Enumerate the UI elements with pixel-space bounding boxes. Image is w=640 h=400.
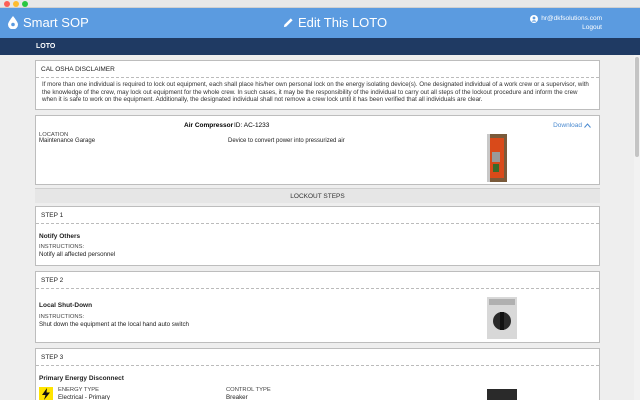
window-titlebar xyxy=(0,0,640,8)
electrical-hazard-icon xyxy=(39,387,53,400)
app-header: Smart SOP Edit This LOTO hr@dkfsolutions… xyxy=(0,8,640,38)
instructions-text: Notify all affected personnel xyxy=(39,251,116,258)
step-card: STEP 3 Primary Energy Disconnect ENERGY … xyxy=(35,348,600,400)
scrollbar-thumb[interactable] xyxy=(635,57,639,157)
asset-id: ID: AC-1233 xyxy=(234,122,270,129)
asset-name: Air Compressor xyxy=(184,122,234,129)
asset-description: Device to convert power into pressurized… xyxy=(228,138,345,144)
step-header: STEP 2 xyxy=(36,272,599,289)
asset-card: Air Compressor ID: AC-1233 Download LOCA… xyxy=(35,115,600,185)
brand[interactable]: Smart SOP xyxy=(8,15,89,30)
instructions-text: Shut down the equipment at the local han… xyxy=(39,321,189,328)
lockout-steps-title: LOCKOUT STEPS xyxy=(35,188,600,203)
page-scrollbar[interactable] xyxy=(634,55,640,400)
step-title: Local Shut-Down xyxy=(39,302,93,309)
step-header: STEP 1 xyxy=(36,207,599,224)
page-title-text: Edit This LOTO xyxy=(298,15,388,30)
user-menu: hr@dkfsolutions.com Logout xyxy=(530,14,602,32)
section-nav: LOTO xyxy=(0,38,640,55)
close-window-button[interactable] xyxy=(4,1,10,7)
download-button[interactable]: Download xyxy=(553,122,591,129)
instructions-label: INSTRUCTIONS: xyxy=(39,314,85,320)
drop-logo-icon xyxy=(8,16,18,29)
chevron-up-icon xyxy=(584,123,591,128)
energy-type-label: ENERGY TYPE xyxy=(58,387,100,393)
step-title: Notify Others xyxy=(39,233,81,240)
step-title: Primary Energy Disconnect xyxy=(39,375,124,382)
section-label: LOTO xyxy=(36,43,56,50)
disclaimer-text: If more than one individual is required … xyxy=(42,81,589,103)
disclaimer-card: CAL OSHA DISCLAIMER If more than one ind… xyxy=(35,60,600,110)
control-type-label: CONTROL TYPE xyxy=(226,387,271,393)
step-card: STEP 2 Local Shut-Down INSTRUCTIONS: Shu… xyxy=(35,271,600,343)
brand-name: Smart SOP xyxy=(23,15,89,30)
step-card: STEP 1 Notify Others INSTRUCTIONS: Notif… xyxy=(35,206,600,266)
energy-type-value: Electrical - Primary xyxy=(58,394,110,400)
zoom-window-button[interactable] xyxy=(22,1,28,7)
logout-link[interactable]: Logout xyxy=(530,23,602,32)
user-email: hr@dkfsolutions.com xyxy=(541,15,602,22)
disclaimer-title: CAL OSHA DISCLAIMER xyxy=(36,61,599,78)
step-header: STEP 3 xyxy=(36,349,599,366)
instructions-label: INSTRUCTIONS: xyxy=(39,244,85,250)
control-type-value: Breaker xyxy=(226,394,248,400)
location-value: Maintenance Garage xyxy=(39,138,96,144)
user-icon xyxy=(530,14,539,23)
page-title: Edit This LOTO xyxy=(283,15,387,30)
asset-photo[interactable] xyxy=(487,134,507,182)
download-label: Download xyxy=(553,122,582,129)
minimize-window-button[interactable] xyxy=(13,1,19,7)
step-photo[interactable] xyxy=(487,389,517,400)
pencil-icon xyxy=(283,18,293,28)
step-photo[interactable] xyxy=(487,297,517,339)
